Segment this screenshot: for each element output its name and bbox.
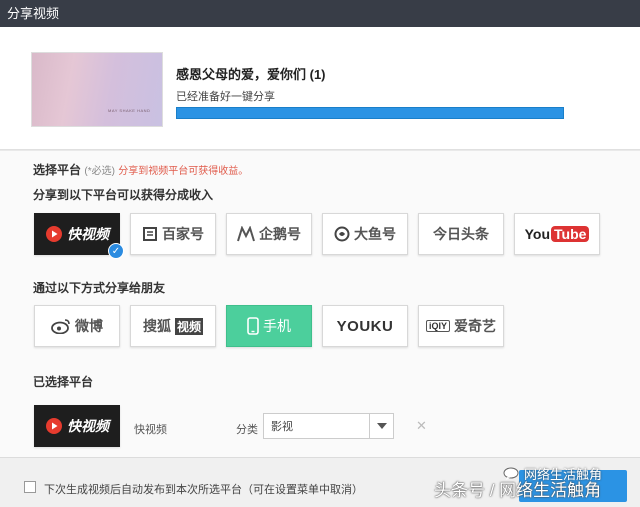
youtube-logo-you: You [524, 226, 550, 242]
fish-logo-icon [334, 226, 350, 242]
video-info-panel: MAY SHAKE HAND 感恩父母的爱，爱你们 (1) 已经准备好一键分享 [0, 27, 640, 150]
platform-tile-label-b: 视频 [174, 317, 203, 335]
share-tile-youku[interactable]: YOUKU [322, 305, 408, 347]
platform-tile-label-a: 搜狐 [142, 318, 171, 334]
category-select-value: 影视 [271, 421, 293, 433]
video-title: 感恩父母的爱，爱你们 (1) [176, 67, 326, 82]
share-tile-weibo[interactable]: 微博 [34, 305, 120, 347]
category-label: 分类 [236, 424, 258, 436]
footer-bar: 下次生成视频后自动发布到本次所选平台（可在设置菜单中取消） 网络生活触角 头条号… [0, 457, 640, 507]
selected-platform-tile-label: 快视频 [67, 418, 109, 434]
platform-tile-label: YOUKU [336, 317, 394, 335]
platform-tile-label: 微博 [75, 318, 103, 334]
platform-tile-qiehao[interactable]: 企鹅号 [226, 213, 312, 255]
upload-progress-bar [176, 107, 564, 119]
platform-tile-dayuhao[interactable]: 大鱼号 [322, 213, 408, 255]
platform-tile-label: 大鱼号 [354, 226, 396, 242]
baijiahao-logo-icon [142, 226, 158, 242]
youtube-logo: You Tube [525, 226, 590, 242]
youtube-logo-tube: Tube [551, 226, 590, 242]
platform-tile-baijiahao[interactable]: 百家号 [130, 213, 216, 255]
kuaishipin-play-icon [45, 417, 63, 435]
platform-section-label: 选择平台 [33, 163, 82, 177]
share-tile-iqiyi[interactable]: iQIY 爱奇艺 [418, 305, 504, 347]
platform-tile-label: 爱奇艺 [454, 318, 496, 334]
remove-platform-icon[interactable]: ✕ [416, 418, 427, 434]
auto-publish-label: 下次生成视频后自动发布到本次所选平台（可在设置菜单中取消） [44, 484, 363, 496]
platform-section-heading: 选择平台 (*必选) 分享到视频平台可获得收益。 [33, 161, 248, 178]
platform-tile-label: 快视频 [67, 226, 109, 242]
penguin-logo-icon [237, 226, 255, 242]
selected-platform-name: 快视频 [134, 424, 167, 436]
platform-tile-toutiao[interactable]: 今日头条 [418, 213, 504, 255]
kuaishipin-play-icon [45, 225, 63, 243]
platform-tile-kuaishipin[interactable]: 快视频 ✓ [34, 213, 124, 259]
selected-section-label: 已选择平台 [33, 375, 94, 389]
iqiyi-logo-icon: iQIY [425, 320, 450, 332]
platform-tile-label: 今日头条 [433, 226, 489, 242]
video-thumbnail: MAY SHAKE HAND [31, 52, 163, 127]
revenue-hint: 分享到视频平台可获得收益。 [118, 166, 249, 177]
watermark-text: 头条号 / 网络生活触角 [434, 481, 602, 500]
platform-tile-youtube[interactable]: You Tube [514, 213, 600, 255]
weibo-icon [51, 318, 71, 334]
auto-publish-checkbox[interactable] [24, 481, 36, 493]
chevron-down-icon[interactable] [369, 414, 393, 438]
friends-section-label: 通过以下方式分享给朋友 [33, 281, 166, 295]
window-title: 分享视频 [0, 0, 640, 27]
selected-check-icon: ✓ [108, 243, 124, 259]
thumbnail-caption: MAY SHAKE HAND [108, 108, 151, 113]
upload-progress-fill [177, 108, 563, 118]
selected-platform-tile: 快视频 [34, 405, 120, 447]
category-select[interactable]: 影视 [263, 413, 394, 439]
share-tile-sohu[interactable]: 搜狐 视频 [130, 305, 216, 347]
video-status: 已经准备好一键分享 [176, 91, 275, 103]
platform-tile-label: 百家号 [162, 226, 204, 242]
revenue-section-label: 分享到以下平台可以获得分成收入 [33, 188, 214, 202]
share-tile-phone[interactable]: 手机 [226, 305, 312, 347]
platform-tile-label: 企鹅号 [259, 226, 301, 242]
platform-tile-label: 手机 [263, 318, 291, 334]
phone-icon [247, 317, 259, 335]
required-note: (*必选) [84, 166, 115, 177]
